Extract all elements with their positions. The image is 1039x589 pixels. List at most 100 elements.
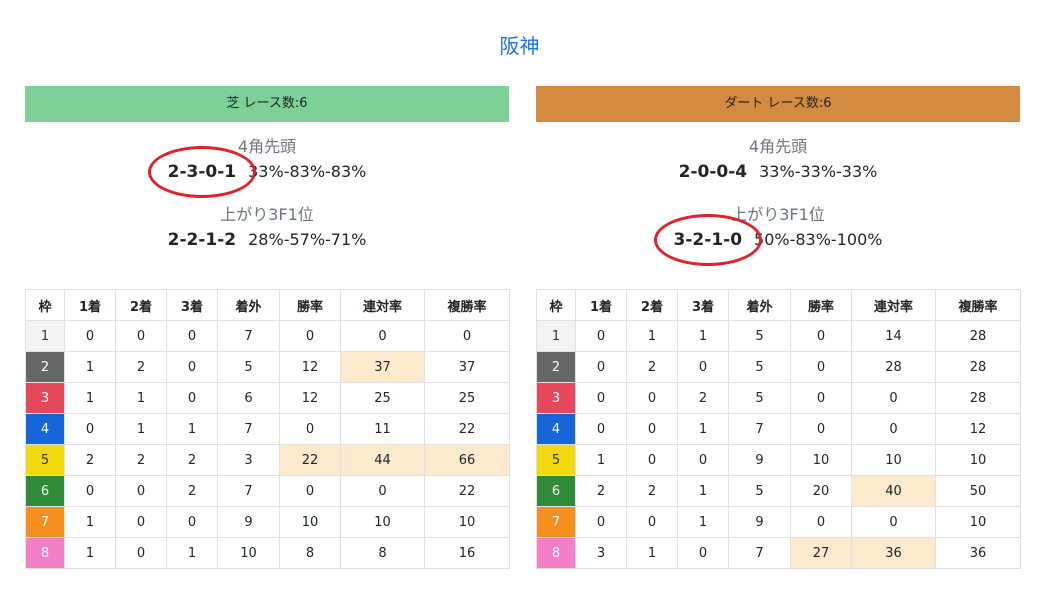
- table-cell: 1: [626, 320, 678, 352]
- column-header: 3着: [166, 289, 218, 321]
- table-cell: 0: [575, 320, 627, 352]
- table-cell: 44: [340, 444, 425, 476]
- table-cell: 11: [340, 413, 425, 445]
- table-cell: 10: [790, 444, 852, 476]
- frame-number-cell: 6: [536, 475, 576, 507]
- table-cell: 0: [626, 444, 678, 476]
- table-row: 5 2 2 2 3 22 44 66: [25, 444, 510, 476]
- table-cell: 12: [279, 351, 341, 383]
- corner-lead-record: 2-3-0-1: [147, 146, 257, 198]
- column-header: 着外: [728, 289, 791, 321]
- table-cell: 1: [64, 537, 116, 569]
- table-cell: 5: [728, 320, 791, 352]
- last3f-label: 上がり3F1位: [220, 205, 314, 224]
- table-cell: 6: [217, 382, 280, 414]
- frame-number-cell: 5: [536, 444, 576, 476]
- table-cell: 7: [217, 320, 280, 352]
- dirt-panel: ダート レース数:6 4角先頭 2-0-0-4 33%-33%-33% 上がり3F…: [536, 86, 1021, 569]
- table-cell: 1: [64, 382, 116, 414]
- frame-number-cell: 8: [25, 537, 65, 569]
- table-cell: 28: [851, 351, 936, 383]
- table-cell: 0: [677, 537, 729, 569]
- table-cell: 1: [115, 382, 167, 414]
- table-cell: 0: [340, 475, 425, 507]
- frame-number-cell: 6: [25, 475, 65, 507]
- table-cell: 0: [790, 320, 852, 352]
- table-cell: 12: [279, 382, 341, 414]
- column-header: 2着: [626, 289, 678, 321]
- table-row: 7 1 0 0 9 10 10 10: [25, 506, 510, 538]
- table-cell: 22: [279, 444, 341, 476]
- table-cell: 1: [677, 475, 729, 507]
- corner-lead-label: 4角先頭: [237, 137, 297, 156]
- table-cell: 0: [340, 320, 425, 352]
- table-cell: 3: [575, 537, 627, 569]
- table-cell: 0: [424, 320, 510, 352]
- table-cell: 0: [851, 382, 936, 414]
- table-cell: 9: [728, 444, 791, 476]
- table-cell: 22: [424, 475, 510, 507]
- table-cell: 0: [575, 382, 627, 414]
- table-row: 7 0 0 1 9 0 0 10: [536, 506, 1021, 538]
- table-cell: 0: [575, 506, 627, 538]
- table-cell: 0: [626, 382, 678, 414]
- table-cell: 7: [217, 475, 280, 507]
- table-cell: 0: [64, 413, 116, 445]
- table-cell: 0: [790, 506, 852, 538]
- corner-lead-stat: 2-3-0-1 33%-83%-83%: [25, 146, 509, 198]
- last3f-rates: 50%-83%-100%: [754, 230, 883, 249]
- column-header: 枠: [536, 289, 576, 321]
- column-header: 枠: [25, 289, 65, 321]
- frame-number-cell: 1: [25, 320, 65, 352]
- table-cell: 0: [115, 506, 167, 538]
- table-cell: 0: [166, 506, 218, 538]
- table-cell: 9: [728, 506, 791, 538]
- table-row: 4 0 0 1 7 0 0 12: [536, 413, 1021, 445]
- frame-number-cell: 2: [536, 351, 576, 383]
- table-row: 2 0 2 0 5 0 28 28: [536, 351, 1021, 383]
- table-cell: 1: [166, 413, 218, 445]
- last3f-stat: 2-2-1-2 28%-57%-71%: [25, 227, 509, 253]
- table-cell: 14: [851, 320, 936, 352]
- table-cell: 12: [935, 413, 1021, 445]
- table-cell: 7: [217, 413, 280, 445]
- table-cell: 7: [728, 537, 791, 569]
- table-row: 3 0 0 2 5 0 0 28: [536, 382, 1021, 414]
- table-cell: 0: [626, 413, 678, 445]
- last3f-record: 3-2-1-0: [653, 214, 763, 266]
- table-cell: 0: [64, 320, 116, 352]
- table-cell: 2: [626, 475, 678, 507]
- turf-frame-table: 枠 1着 2着 3着 着外 勝率 連対率 複勝率 1 0 0 0 7 0 0 0 2 1 2 0 5 12 37 37 3 1 1…: [25, 289, 510, 569]
- table-cell: 16: [424, 537, 510, 569]
- corner-lead-rates: 33%-33%-33%: [759, 162, 878, 181]
- table-cell: 10: [340, 506, 425, 538]
- table-cell: 2: [626, 351, 678, 383]
- table-cell: 5: [217, 351, 280, 383]
- table-cell: 0: [851, 506, 936, 538]
- column-header: 1着: [64, 289, 116, 321]
- frame-number-cell: 7: [25, 506, 65, 538]
- table-cell: 0: [115, 320, 167, 352]
- table-cell: 22: [424, 413, 510, 445]
- table-cell: 5: [728, 351, 791, 383]
- dirt-frame-table: 枠 1着 2着 3着 着外 勝率 連対率 複勝率 1 0 1 1 5 0 14 28 2 0 2 0 5 0 28 28 3 0…: [536, 289, 1021, 569]
- table-cell: 5: [728, 475, 791, 507]
- column-header: 複勝率: [424, 289, 510, 321]
- table-cell: 8: [279, 537, 341, 569]
- corner-lead-stat: 2-0-0-4 33%-33%-33%: [536, 159, 1020, 185]
- table-cell: 0: [790, 382, 852, 414]
- table-cell: 0: [677, 351, 729, 383]
- table-cell: 10: [851, 444, 936, 476]
- table-cell: 2: [64, 444, 116, 476]
- last3f-stat: 3-2-1-0 50%-83%-100%: [536, 214, 1020, 266]
- table-cell: 2: [575, 475, 627, 507]
- table-cell: 2: [166, 475, 218, 507]
- column-header: 2着: [115, 289, 167, 321]
- frame-number-cell: 3: [536, 382, 576, 414]
- table-cell: 10: [935, 506, 1021, 538]
- table-cell: 0: [575, 351, 627, 383]
- frame-number-cell: 7: [536, 506, 576, 538]
- table-cell: 0: [166, 382, 218, 414]
- column-header: 連対率: [851, 289, 936, 321]
- frame-number-cell: 5: [25, 444, 65, 476]
